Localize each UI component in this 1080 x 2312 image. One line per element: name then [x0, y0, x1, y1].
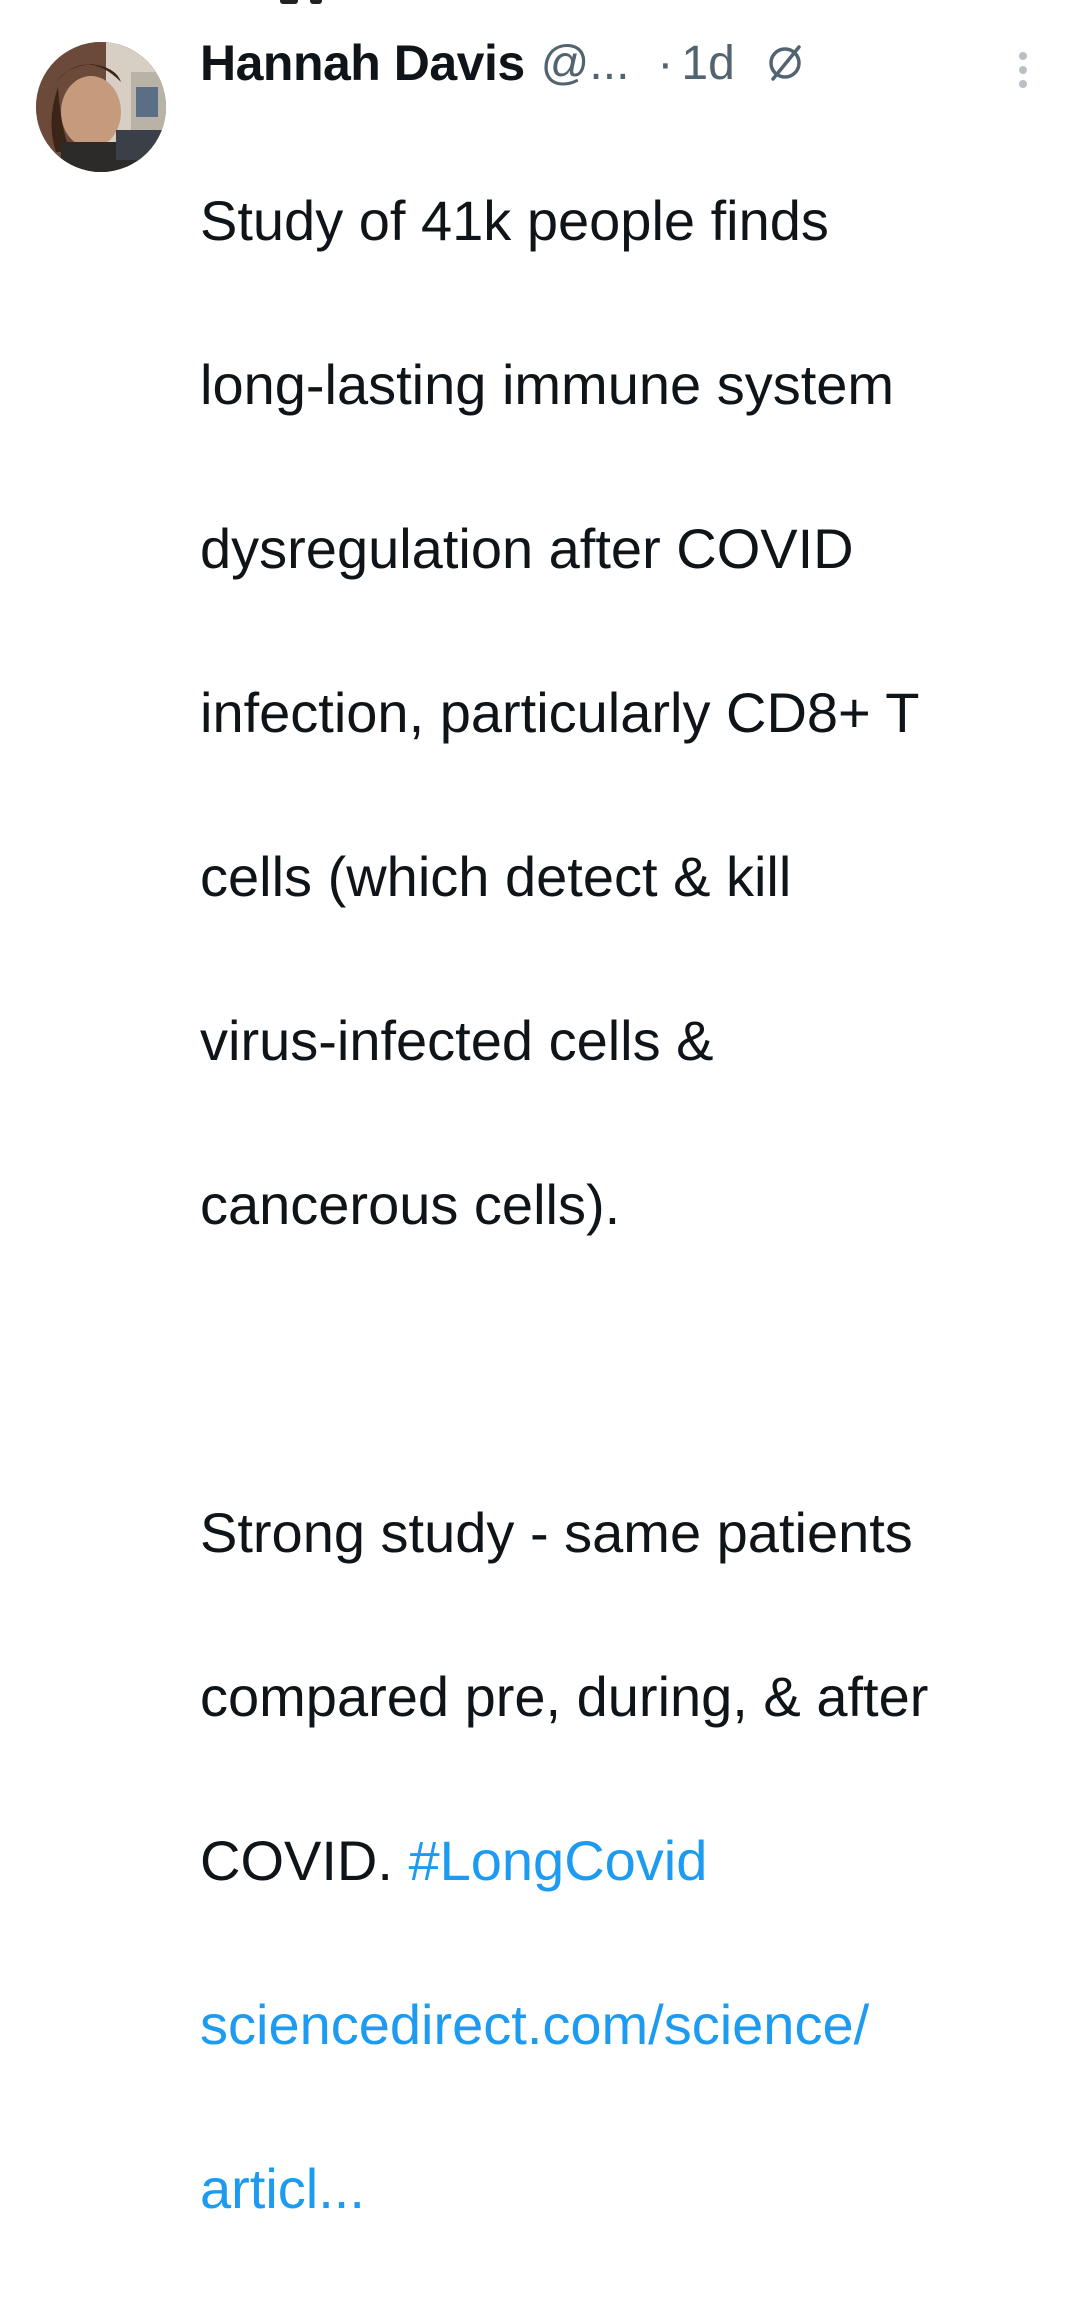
tweet-line: cancerous cells).: [200, 1173, 621, 1236]
tweet-line: long-lasting immune system: [200, 353, 895, 416]
author-name[interactable]: Hannah Davis: [200, 34, 525, 92]
article-link[interactable]: sciencedirect.com/science/: [200, 1984, 1060, 2066]
tweet-line-with-hashtag: COVID. #LongCovid: [200, 1820, 1060, 1902]
tweet-line: Strong study - same patients: [200, 1501, 913, 1564]
avatar[interactable]: [36, 42, 166, 172]
tweet-line: Study of 41k people finds: [200, 189, 829, 252]
article-link-continued[interactable]: articl...: [200, 2148, 1060, 2230]
tweet-line: infection, particularly CD8+ T: [200, 681, 920, 744]
tweet-line: compared pre, during, & after: [200, 1665, 929, 1728]
tweet-text-fragment: COVID.: [200, 1829, 409, 1892]
tweet-line: virus-infected cells &: [200, 1009, 714, 1072]
timestamp[interactable]: 1d: [681, 36, 734, 91]
separator-dot: ·: [657, 36, 674, 90]
tweet-body: Study of 41k people finds long-lasting i…: [200, 98, 1060, 2312]
more-vertical-icon[interactable]: [1016, 48, 1030, 92]
avatar-photo-icon: [36, 42, 166, 172]
author-handle[interactable]: @...: [541, 36, 630, 91]
previous-tweet-cutoff: [190, 0, 350, 8]
hashtag-link[interactable]: #LongCovid: [408, 1829, 707, 1892]
edited-circle-slash-icon[interactable]: [763, 41, 807, 85]
tweet-line: cells (which detect & kill: [200, 845, 792, 908]
tweet[interactable]: Hannah Davis @... · 1d Study of 41k peop…: [200, 30, 1060, 2312]
tweet-line: dysregulation after COVID: [200, 517, 854, 580]
tweet-header: Hannah Davis @... · 1d: [200, 30, 1060, 96]
